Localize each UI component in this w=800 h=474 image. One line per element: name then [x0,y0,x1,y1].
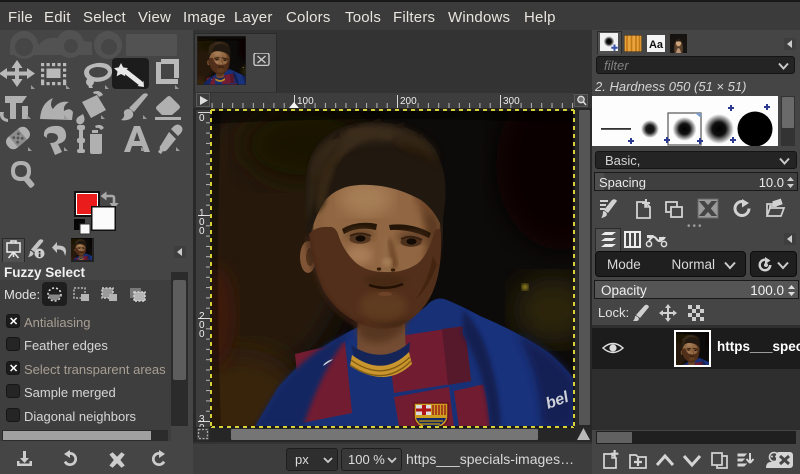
svg-text:300: 300 [503,96,520,107]
svg-text:Aa: Aa [649,39,664,51]
svg-text:0: 0 [199,226,205,237]
svg-text:200: 200 [400,96,417,107]
svg-text:0: 0 [199,329,205,340]
svg-text:0: 0 [199,423,205,427]
svg-text:100: 100 [297,96,314,107]
svg-text:0: 0 [199,113,205,124]
